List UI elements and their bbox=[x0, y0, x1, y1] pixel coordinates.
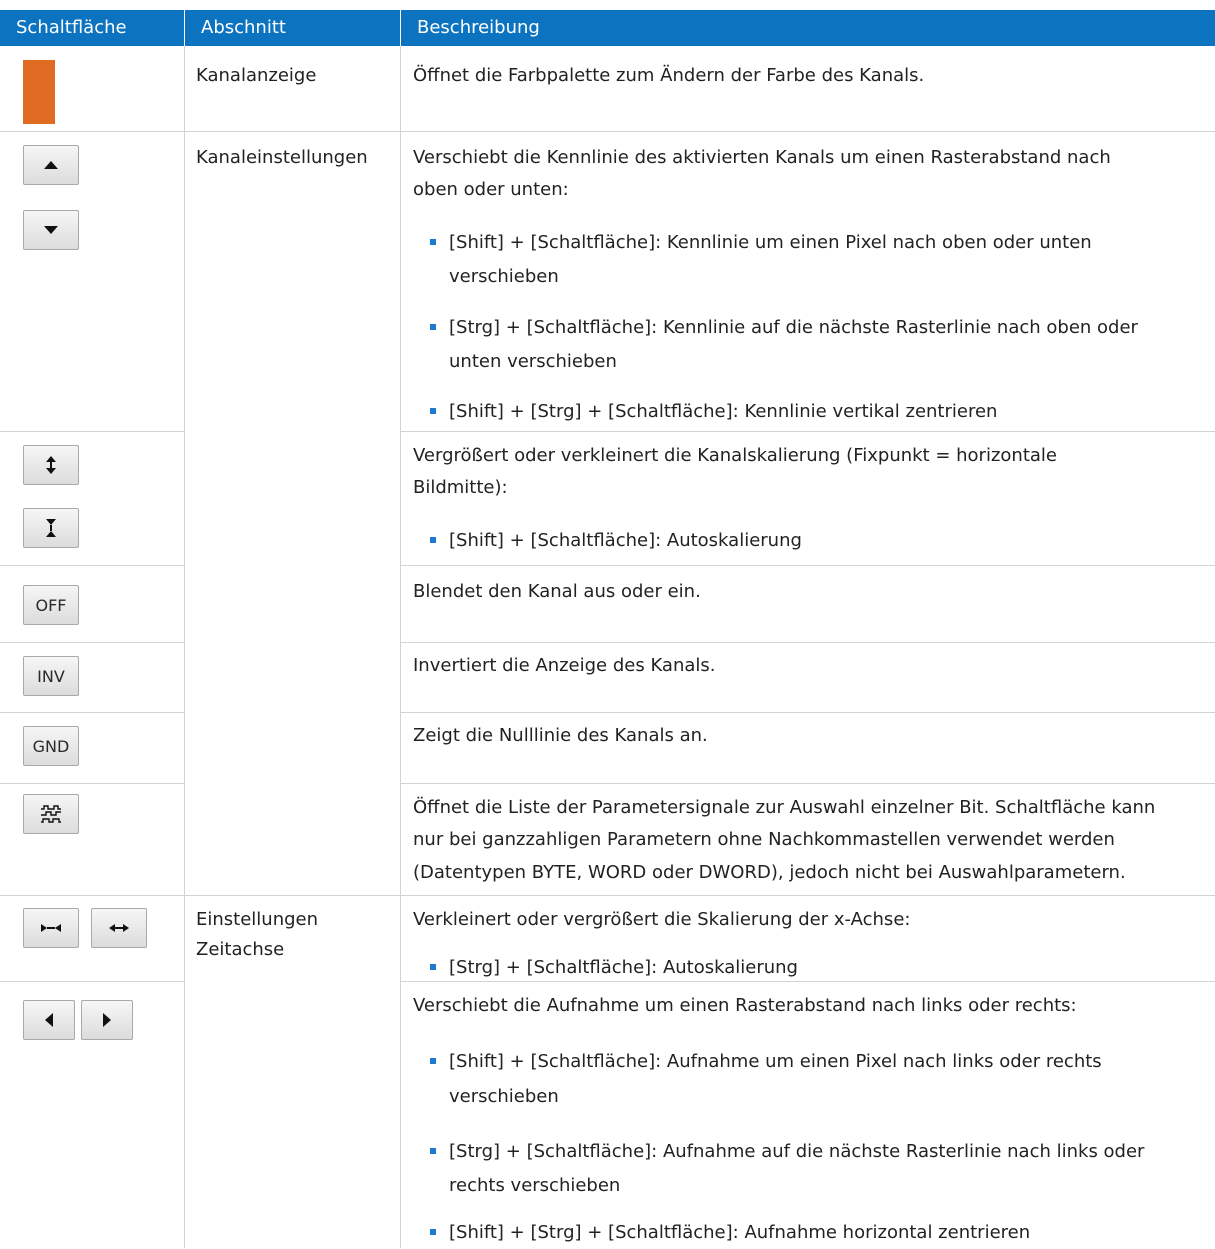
bullet-item: [Strg] + [Schaltfläche]: Kennlinie auf d… bbox=[430, 312, 1138, 344]
shrink-horizontal-icon bbox=[41, 924, 61, 932]
row-divider bbox=[400, 431, 1215, 432]
off-button-label: OFF bbox=[35, 595, 67, 615]
expand-vertical-icon bbox=[46, 456, 56, 474]
row-description: Vergrößert oder verkleinert die Kanalska… bbox=[413, 445, 1057, 466]
row-description: (Datentypen BYTE, WORD oder DWORD), jedo… bbox=[413, 862, 1126, 883]
row-divider bbox=[0, 712, 184, 713]
column-divider bbox=[400, 46, 401, 1248]
bullet-item-continuation: verschieben bbox=[449, 1086, 559, 1107]
gnd-button[interactable]: GND bbox=[23, 726, 79, 766]
bullet-item: [Shift] + [Strg] + [Schaltfläche]: Kennl… bbox=[429, 396, 997, 428]
bullet-item: [Strg] + [Schaltfläche]: Autoskalierung bbox=[430, 952, 798, 984]
bullet-item-continuation: rechts verschieben bbox=[449, 1175, 621, 1196]
move-up-button[interactable] bbox=[23, 145, 79, 185]
row-description: Zeigt die Nulllinie des Kanals an. bbox=[413, 725, 708, 746]
row-description: oben oder unten: bbox=[413, 179, 569, 200]
bullet-item: [Shift] + [Schaltfläche]: Autoskalierung bbox=[430, 525, 802, 557]
row-divider bbox=[400, 783, 1215, 784]
row-divider bbox=[0, 783, 184, 784]
column-divider bbox=[184, 46, 185, 1248]
down-arrow-icon bbox=[44, 226, 58, 234]
section-channel-display: Kanalanzeige bbox=[196, 65, 317, 86]
header-divider bbox=[400, 10, 401, 46]
move-down-button[interactable] bbox=[23, 210, 79, 250]
row-description: Verschiebt die Aufnahme um einen Rastera… bbox=[413, 995, 1077, 1016]
section-channel-settings: Kanaleinstellungen bbox=[196, 147, 368, 168]
right-arrow-icon bbox=[103, 1013, 111, 1027]
x-zoom-out-button[interactable] bbox=[23, 908, 79, 948]
channel-color-swatch-button[interactable] bbox=[23, 60, 55, 124]
row-divider bbox=[0, 642, 184, 643]
inv-button-label: INV bbox=[37, 666, 65, 686]
row-divider bbox=[0, 431, 184, 432]
x-zoom-in-button[interactable] bbox=[91, 908, 147, 948]
header-button: Schaltfläche bbox=[0, 10, 184, 46]
shift-right-button[interactable] bbox=[81, 1000, 133, 1040]
scale-up-button[interactable] bbox=[23, 445, 79, 485]
row-divider bbox=[0, 565, 184, 566]
row-description: Verschiebt die Kennlinie des aktivierten… bbox=[413, 147, 1111, 168]
row-divider bbox=[400, 642, 1215, 643]
off-button[interactable]: OFF bbox=[23, 585, 79, 625]
bullet-item: [Shift] + [Schaltfläche]: Kennlinie um e… bbox=[430, 227, 1092, 259]
up-arrow-icon bbox=[44, 161, 58, 169]
row-divider bbox=[0, 895, 1215, 896]
row-divider bbox=[0, 131, 1215, 132]
header-section: Abschnitt bbox=[185, 10, 400, 46]
button-reference-table: Schaltfläche Abschnitt Beschreibung Kana… bbox=[0, 0, 1215, 1248]
row-divider bbox=[0, 981, 184, 982]
row-divider bbox=[400, 712, 1215, 713]
row-description: Invertiert die Anzeige des Kanals. bbox=[413, 655, 716, 676]
shift-left-button[interactable] bbox=[23, 1000, 75, 1040]
scale-down-button[interactable] bbox=[23, 508, 79, 548]
header-description: Beschreibung bbox=[401, 10, 1215, 46]
inv-button[interactable]: INV bbox=[23, 656, 79, 696]
row-description: nur bei ganzzahligen Parametern ohne Nac… bbox=[413, 829, 1115, 850]
section-time-axis: Zeitachse bbox=[196, 939, 285, 960]
bit-signals-button[interactable] bbox=[23, 794, 79, 834]
row-description: Öffnet die Liste der Parametersignale zu… bbox=[413, 797, 1156, 818]
bullet-item-continuation: unten verschieben bbox=[449, 351, 617, 372]
row-description: Öffnet die Farbpalette zum Ändern der Fa… bbox=[413, 65, 925, 86]
bullet-item: [Shift] + [Strg] + [Schaltfläche]: Aufna… bbox=[429, 1217, 1030, 1249]
left-arrow-icon bbox=[45, 1013, 53, 1027]
shrink-vertical-icon bbox=[46, 519, 56, 537]
bit-signal-icon bbox=[41, 805, 61, 823]
header-divider bbox=[184, 10, 185, 46]
expand-horizontal-icon bbox=[109, 924, 129, 932]
row-description: Bildmitte): bbox=[413, 477, 508, 498]
bullet-item-continuation: verschieben bbox=[449, 266, 559, 287]
row-description: Verkleinert oder vergrößert die Skalieru… bbox=[413, 909, 911, 930]
section-time-axis: Einstellungen bbox=[196, 909, 319, 930]
gnd-button-label: GND bbox=[32, 736, 70, 756]
row-divider bbox=[400, 565, 1215, 566]
row-description: Blendet den Kanal aus oder ein. bbox=[413, 581, 701, 602]
bullet-item: [Shift] + [Schaltfläche]: Aufnahme um ei… bbox=[430, 1046, 1102, 1078]
bullet-item: [Strg] + [Schaltfläche]: Aufnahme auf di… bbox=[429, 1136, 1144, 1168]
